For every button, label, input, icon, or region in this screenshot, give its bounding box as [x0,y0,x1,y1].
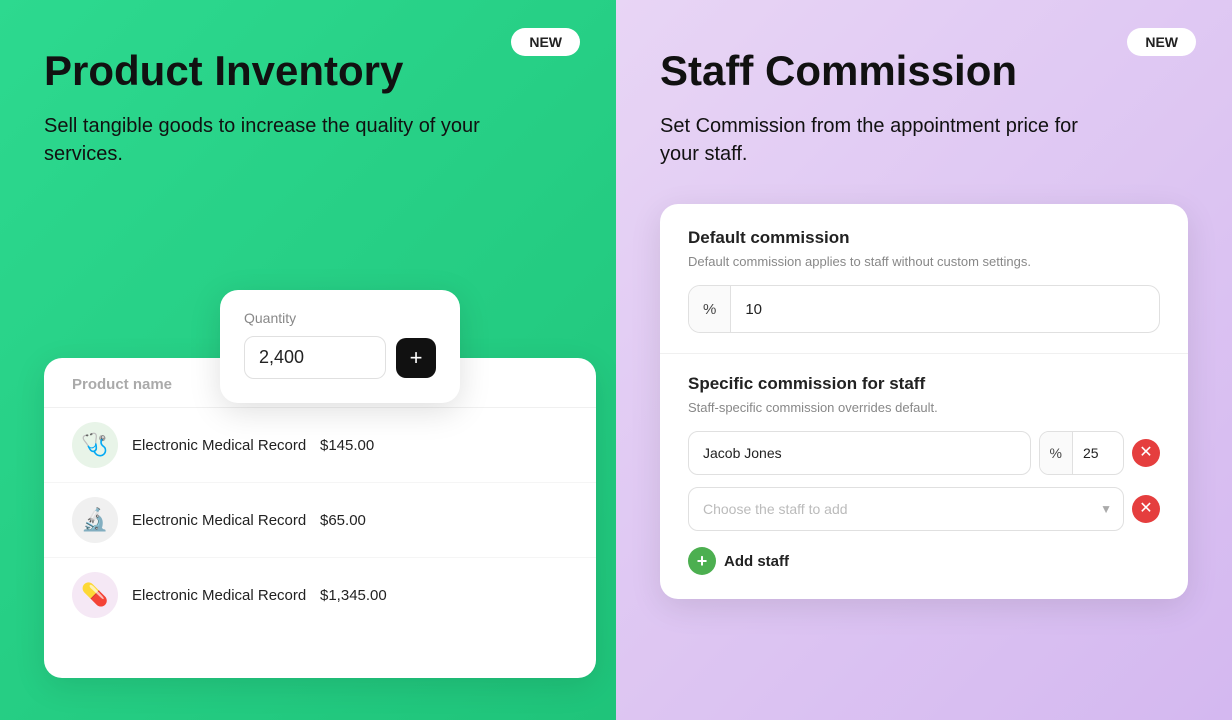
new-badge-right: NEW [1127,28,1196,56]
default-commission-input-row: % [688,285,1160,333]
product-avatar: 💊 [72,572,118,618]
staff-name-input[interactable] [688,431,1031,475]
product-table-card: Product name Purchase pri 🩺 Electronic M… [44,358,596,678]
add-staff-label: Add staff [724,553,789,570]
new-badge-left: NEW [511,28,580,56]
remove-staff-select-button[interactable]: ✕ [1132,495,1160,523]
staff-select[interactable]: Choose the staff to add [688,487,1124,531]
quantity-value: 2,400 [244,336,386,379]
quantity-plus-button[interactable]: + [396,338,436,378]
add-staff-button[interactable]: + Add staff [688,547,789,575]
product-name: Electronic Medical Record [132,512,306,529]
commission-prefix: % [689,286,731,332]
staff-select-wrapper: Choose the staff to add ▼ [688,487,1124,531]
default-commission-section: Default commission Default commission ap… [660,204,1188,354]
product-name: Electronic Medical Record [132,587,306,604]
staff-select-row: Choose the staff to add ▼ ✕ [688,487,1160,531]
default-commission-title: Default commission [688,228,1160,248]
table-row: 💊 Electronic Medical Record $1,345.00 [44,558,596,632]
staff-commission-panel: NEW Staff Commission Set Commission from… [616,0,1232,720]
staff-commission-row: % ✕ [688,431,1160,475]
product-avatar: 🩺 [72,422,118,468]
specific-commission-section: Specific commission for staff Staff-spec… [660,354,1188,599]
specific-commission-title: Specific commission for staff [688,374,1160,394]
quantity-label: Quantity [244,310,436,326]
product-avatar: 🔬 [72,497,118,543]
left-panel-desc: Sell tangible goods to increase the qual… [44,112,504,168]
product-name: Electronic Medical Record [132,437,306,454]
remove-staff-button[interactable]: ✕ [1132,439,1160,467]
default-commission-input[interactable] [731,301,1159,318]
staff-percent: % [1040,432,1073,474]
product-price: $1,345.00 [320,587,568,604]
right-panel-title: Staff Commission [660,48,1188,94]
product-cell: 🔬 Electronic Medical Record [72,497,320,543]
product-price: $145.00 [320,437,568,454]
product-cell: 🩺 Electronic Medical Record [72,422,320,468]
default-commission-desc: Default commission applies to staff with… [688,254,1160,269]
product-price: $65.00 [320,512,568,529]
product-cell: 💊 Electronic Medical Record [72,572,320,618]
specific-commission-desc: Staff-specific commission overrides defa… [688,400,1160,415]
add-icon: + [688,547,716,575]
table-row: 🔬 Electronic Medical Record $65.00 [44,483,596,558]
right-panel-desc: Set Commission from the appointment pric… [660,112,1120,168]
product-inventory-panel: NEW Product Inventory Sell tangible good… [0,0,616,720]
staff-commission-input-wrap: % [1039,431,1124,475]
left-panel-title: Product Inventory [44,48,572,94]
commission-combined-card: Default commission Default commission ap… [660,204,1188,599]
staff-value-input[interactable] [1073,432,1123,474]
table-row: 🩺 Electronic Medical Record $145.00 [44,408,596,483]
quantity-card: Quantity 2,400 + [220,290,460,403]
